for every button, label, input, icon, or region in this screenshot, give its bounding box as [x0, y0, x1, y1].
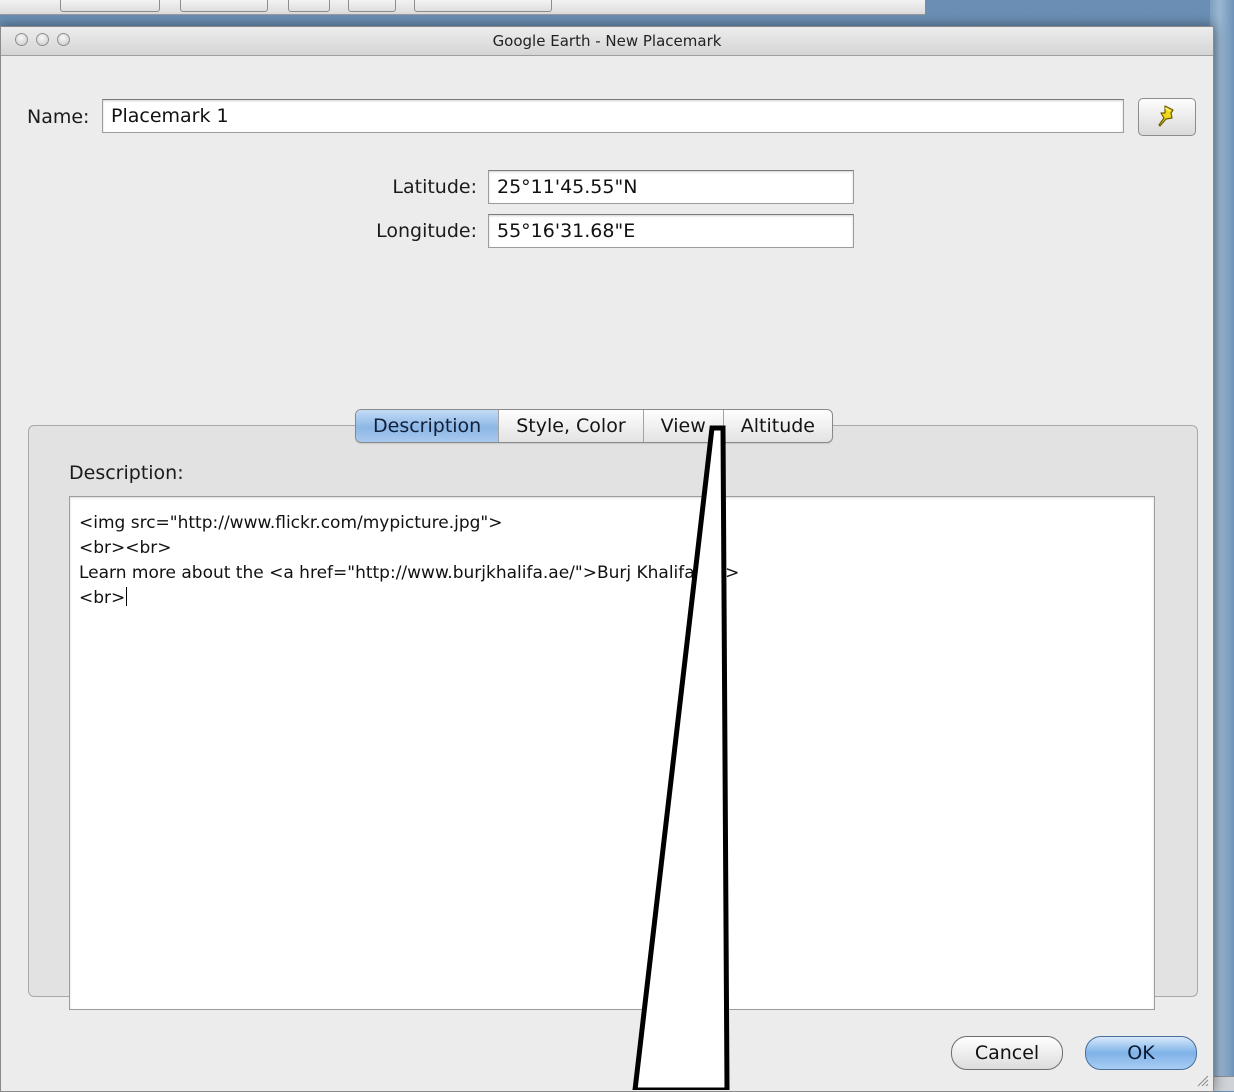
- background-toolbar-button: [414, 0, 552, 12]
- cancel-button[interactable]: Cancel: [951, 1036, 1063, 1070]
- ok-button[interactable]: OK: [1085, 1036, 1197, 1070]
- longitude-value: 55°16'31.68"E: [497, 220, 636, 242]
- tab-description[interactable]: Description: [356, 410, 500, 442]
- placemark-icon-button[interactable]: [1138, 98, 1196, 136]
- background-toolbar-button: [288, 0, 330, 12]
- background-app-toolbar: [0, 0, 925, 15]
- background-toolbar-button: [60, 0, 160, 12]
- description-textarea[interactable]: <img src="http://www.flickr.com/mypictur…: [69, 496, 1155, 1010]
- description-line: <br><br>: [79, 538, 172, 558]
- longitude-input[interactable]: 55°16'31.68"E: [488, 214, 854, 248]
- yellow-pushpin-icon: [1158, 105, 1174, 127]
- latitude-label: Latitude:: [392, 176, 477, 198]
- tab-altitude[interactable]: Altitude: [724, 410, 832, 442]
- longitude-label: Longitude:: [376, 220, 477, 242]
- resize-grip-icon[interactable]: [1195, 1073, 1209, 1087]
- window-title: Google Earth - New Placemark: [492, 32, 722, 50]
- tab-style-color[interactable]: Style, Color: [499, 410, 644, 442]
- text-cursor: [126, 587, 128, 606]
- name-input[interactable]: Placemark 1: [102, 99, 1124, 133]
- description-label: Description:: [69, 462, 184, 484]
- name-input-value: Placemark 1: [111, 105, 229, 127]
- latitude-value: 25°11'45.55"N: [497, 176, 638, 198]
- description-line: Learn more about the <a href="http://www…: [79, 563, 740, 583]
- tab-bar: Description Style, Color View Altitude: [355, 409, 833, 443]
- background-toolbar-button: [180, 0, 268, 12]
- window-titlebar[interactable]: Google Earth - New Placemark: [1, 27, 1213, 56]
- name-label: Name:: [27, 106, 90, 128]
- description-line-text: <br>: [79, 588, 126, 608]
- description-line: <br>: [79, 586, 1145, 611]
- latitude-input[interactable]: 25°11'45.55"N: [488, 170, 854, 204]
- background-toolbar-button: [348, 0, 396, 12]
- tab-view[interactable]: View: [644, 410, 724, 442]
- new-placemark-dialog: Google Earth - New Placemark Name: Place…: [0, 26, 1214, 1092]
- description-line: <img src="http://www.flickr.com/mypictur…: [79, 513, 503, 533]
